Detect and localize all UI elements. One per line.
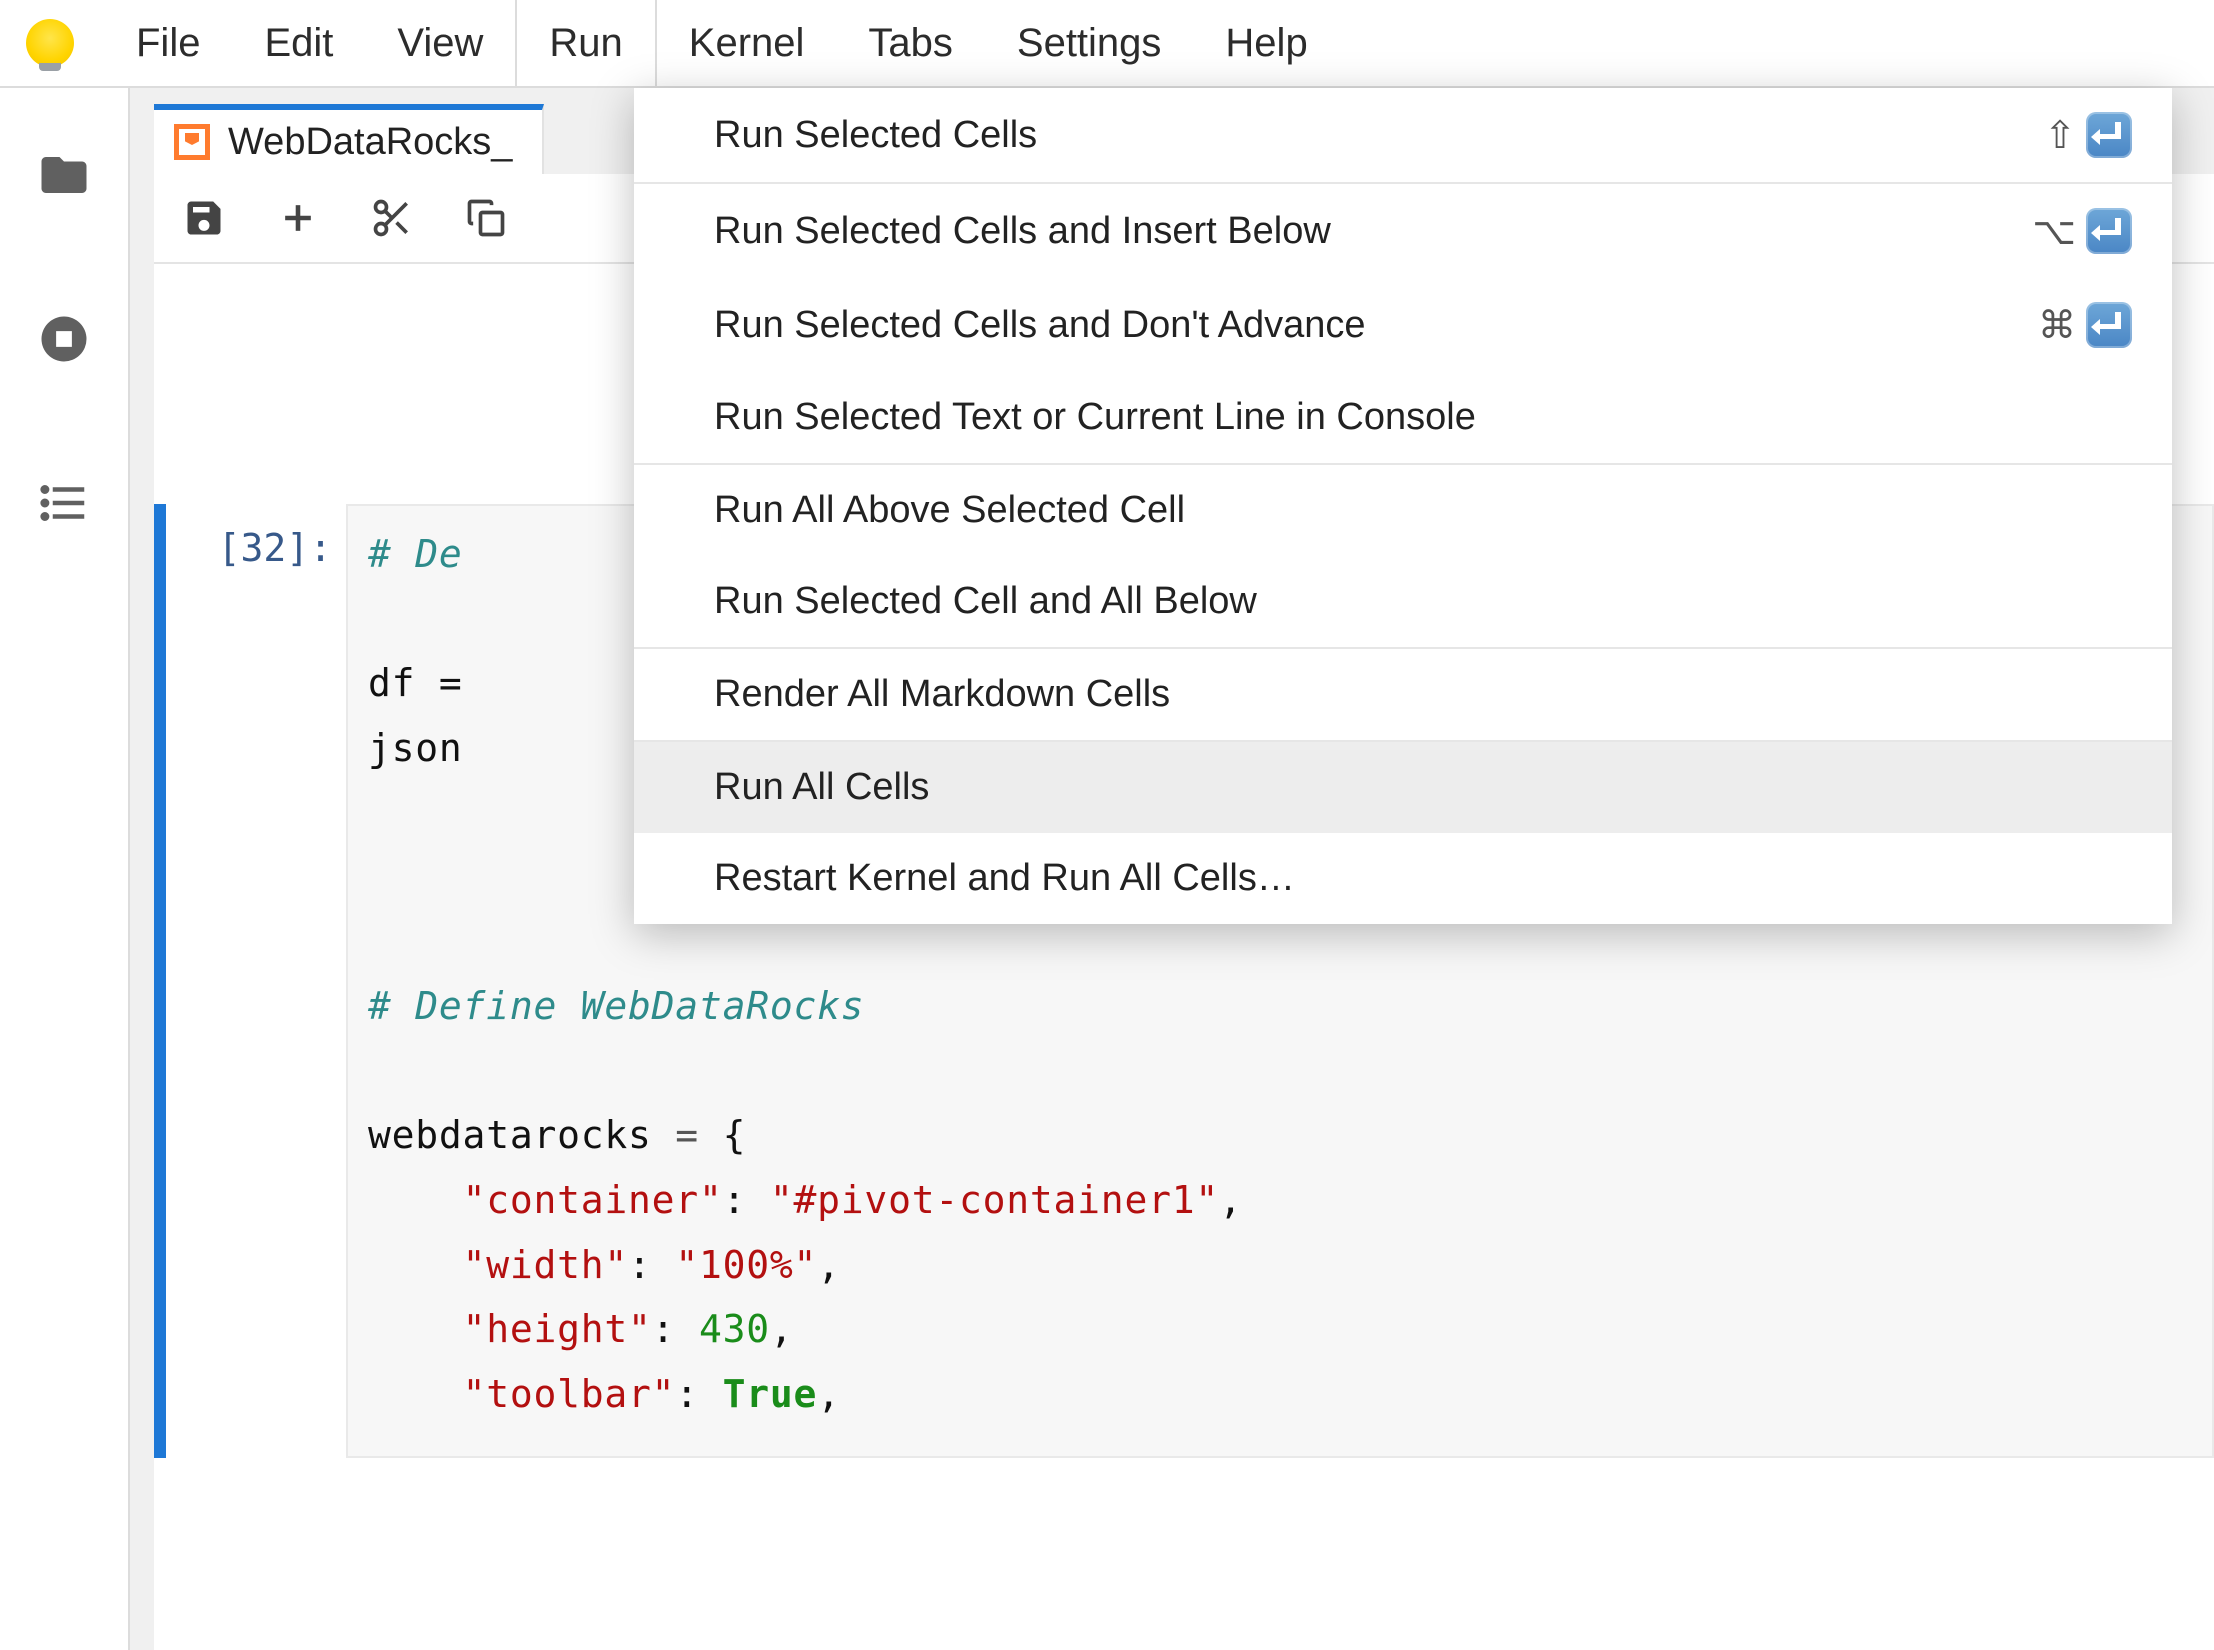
code-comment: # Define WebDataRocks (368, 984, 864, 1028)
notebook-icon (174, 124, 210, 160)
code-brace: { (723, 1113, 747, 1157)
menu-item-label: Run All Cells (714, 766, 929, 809)
save-icon[interactable] (182, 196, 226, 240)
enter-key-icon (2086, 112, 2132, 158)
shortcut: ⇧ (2044, 112, 2132, 158)
notebook-tab[interactable]: WebDataRocks_ (154, 104, 544, 174)
menu-tabs[interactable]: Tabs (836, 0, 985, 86)
code-ident: webdatarocks (368, 1113, 652, 1157)
cell-gutter (154, 504, 166, 1458)
code-val: "100%" (675, 1243, 817, 1287)
menu-edit[interactable]: Edit (232, 0, 365, 86)
menu-run[interactable]: Run (515, 0, 656, 86)
menu-item-render-all-markdown-cells[interactable]: Render All Markdown Cells (634, 649, 2172, 740)
cell-prompt: [32]: (166, 504, 346, 1458)
menu-item-label: Run All Above Selected Cell (714, 489, 1185, 532)
menu-item-label: Run Selected Text or Current Line in Con… (714, 396, 1476, 439)
stop-circle-icon[interactable] (37, 312, 91, 366)
left-sidebar (0, 88, 130, 1650)
menu-item-run-selected-cell-and-all-below[interactable]: Run Selected Cell and All Below (634, 556, 2172, 647)
copy-icon[interactable] (464, 196, 508, 240)
menu-item-run-selected-cells-and-don-t-advance[interactable]: Run Selected Cells and Don't Advance ⌘ (634, 278, 2172, 372)
code-val: 430 (699, 1307, 770, 1351)
menu-item-run-selected-cells[interactable]: Run Selected Cells ⇧ (634, 88, 2172, 182)
code-comment: # De (368, 532, 463, 576)
enter-key-icon (2086, 208, 2132, 254)
menu-item-run-all-above-selected-cell[interactable]: Run All Above Selected Cell (634, 465, 2172, 556)
enter-key-icon (2086, 302, 2132, 348)
menu-item-label: Run Selected Cell and All Below (714, 580, 1257, 623)
code-key: "height" (463, 1307, 652, 1351)
code-line: df = (368, 661, 463, 705)
menu-help[interactable]: Help (1193, 0, 1339, 86)
menu-item-run-selected-cells-and-insert-below[interactable]: Run Selected Cells and Insert Below ⌥ (634, 184, 2172, 278)
run-menu-dropdown: Run Selected Cells ⇧ Run Selected Cells an… (634, 88, 2172, 924)
notebook-tab-title: WebDataRocks_ (228, 121, 512, 164)
menu-item-label: Restart Kernel and Run All Cells… (714, 857, 1295, 900)
cut-icon[interactable] (370, 196, 414, 240)
menu-settings[interactable]: Settings (985, 0, 1194, 86)
code-key: "container" (463, 1178, 723, 1222)
code-key: "toolbar" (463, 1372, 676, 1416)
code-line: json (368, 726, 463, 770)
menu-file[interactable]: File (104, 0, 232, 86)
jupyter-logo-icon (26, 19, 74, 67)
menu-item-run-all-cells[interactable]: Run All Cells (634, 742, 2172, 833)
menu-kernel[interactable]: Kernel (657, 0, 837, 86)
add-icon[interactable] (276, 196, 320, 240)
menu-item-label: Run Selected Cells (714, 114, 1037, 157)
folder-icon[interactable] (37, 148, 91, 202)
menu-item-restart-kernel-and-run-all-cells[interactable]: Restart Kernel and Run All Cells… (634, 833, 2172, 924)
code-val: "#pivot-container1" (770, 1178, 1219, 1222)
menu-item-label: Render All Markdown Cells (714, 673, 1170, 716)
list-icon[interactable] (37, 476, 91, 530)
shortcut: ⌥ (2032, 208, 2132, 254)
code-key: "width" (463, 1243, 628, 1287)
menu-view[interactable]: View (365, 0, 515, 86)
code-val: True (723, 1372, 818, 1416)
menu-item-run-selected-text-or-current-line-in-console[interactable]: Run Selected Text or Current Line in Con… (634, 372, 2172, 463)
menubar: File Edit View Run Kernel Tabs Settings … (0, 0, 2214, 88)
menu-item-label: Run Selected Cells and Don't Advance (714, 304, 1366, 347)
menu-item-label: Run Selected Cells and Insert Below (714, 210, 1331, 253)
shortcut: ⌘ (2038, 302, 2132, 348)
